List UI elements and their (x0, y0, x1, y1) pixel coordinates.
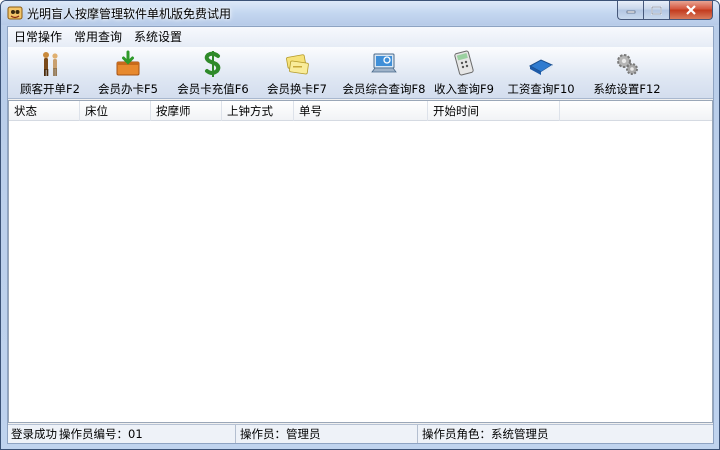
status-operator-id: 操作员编号：01 (56, 425, 236, 443)
income-query-label: 收入查询F9 (434, 82, 494, 96)
menu-common-queries[interactable]: 常用查询 (68, 27, 128, 47)
column-header-order-number[interactable]: 单号 (294, 101, 428, 121)
member-query-button[interactable]: 会员综合查询F8 (340, 49, 428, 97)
minimize-button[interactable] (617, 1, 643, 20)
close-button[interactable] (669, 1, 713, 20)
status-operator: 操作员：管理员 (236, 425, 418, 443)
menu-system-settings[interactable]: 系统设置 (128, 27, 188, 47)
customer-order-label: 顾客开单F2 (20, 82, 80, 96)
member-card-exchange-label: 会员换卡F7 (267, 82, 327, 96)
column-header-start-time[interactable]: 开始时间 (428, 101, 560, 121)
orders-table[interactable]: 状态 床位 按摩师 上钟方式 单号 开始时间 (8, 100, 713, 423)
table-header: 状态 床位 按摩师 上钟方式 单号 开始时间 (9, 101, 712, 121)
column-header-bed[interactable]: 床位 (80, 101, 151, 121)
member-query-label: 会员综合查询F8 (342, 82, 426, 96)
customer-order-button[interactable]: 顾客开单F2 (18, 49, 82, 97)
salary-query-label: 工资查询F10 (507, 82, 575, 96)
member-card-exchange-button[interactable]: 会员换卡F7 (264, 49, 330, 97)
status-bar: 登录成功 操作员编号：01 操作员：管理员 操作员角色：系统管理员 (8, 424, 713, 443)
status-role: 操作员角色：系统管理员 (422, 427, 549, 441)
column-header-masseur[interactable]: 按摩师 (151, 101, 222, 121)
member-recharge-button[interactable]: 会员卡充值F6 (174, 49, 252, 97)
minimize-icon (626, 10, 635, 14)
salary-query-button[interactable]: 工资查询F10 (507, 49, 575, 97)
income-query-button[interactable]: 收入查询F9 (434, 49, 494, 97)
main-window: 光明盲人按摩管理软件单机版免费试用 日常操作 常用查询 系统设置 顾客开单F2 … (0, 0, 720, 450)
system-settings-button[interactable]: 系统设置F12 (590, 49, 664, 97)
maximize-button[interactable] (643, 1, 669, 20)
close-icon (686, 5, 696, 15)
salary-book-icon (528, 59, 554, 75)
column-header-service-mode[interactable]: 上钟方式 (222, 101, 294, 121)
status-login: 登录成功 (11, 427, 57, 441)
window-title: 光明盲人按摩管理软件单机版免费试用 (27, 7, 232, 21)
recharge-dollar-icon (204, 51, 221, 77)
system-settings-label: 系统设置F12 (593, 82, 661, 96)
window-controls (617, 1, 713, 20)
client-area: 日常操作 常用查询 系统设置 顾客开单F2 会员办卡F5 会员卡充值F6 会员换… (7, 26, 714, 444)
income-calculator-icon (454, 50, 474, 76)
app-icon (7, 6, 23, 20)
member-recharge-label: 会员卡充值F6 (177, 82, 249, 96)
column-header-status[interactable]: 状态 (9, 101, 80, 121)
title-bar[interactable]: 光明盲人按摩管理软件单机版免费试用 (1, 1, 719, 25)
member-query-icon (371, 53, 397, 73)
member-card-button[interactable]: 会员办卡F5 (96, 49, 160, 97)
customer-order-icon (43, 52, 58, 76)
toolbar: 顾客开单F2 会员办卡F5 会员卡充值F6 会员换卡F7 会员综合查询F8 收入… (8, 47, 713, 99)
menu-bar: 日常操作 常用查询 系统设置 (8, 27, 713, 47)
card-exchange-icon (286, 54, 309, 75)
member-card-icon (116, 50, 140, 76)
column-header-filler (560, 101, 710, 121)
maximize-icon (651, 5, 662, 15)
settings-gears-icon (617, 54, 638, 75)
menu-daily-operations[interactable]: 日常操作 (8, 27, 68, 47)
member-card-label: 会员办卡F5 (98, 82, 158, 96)
